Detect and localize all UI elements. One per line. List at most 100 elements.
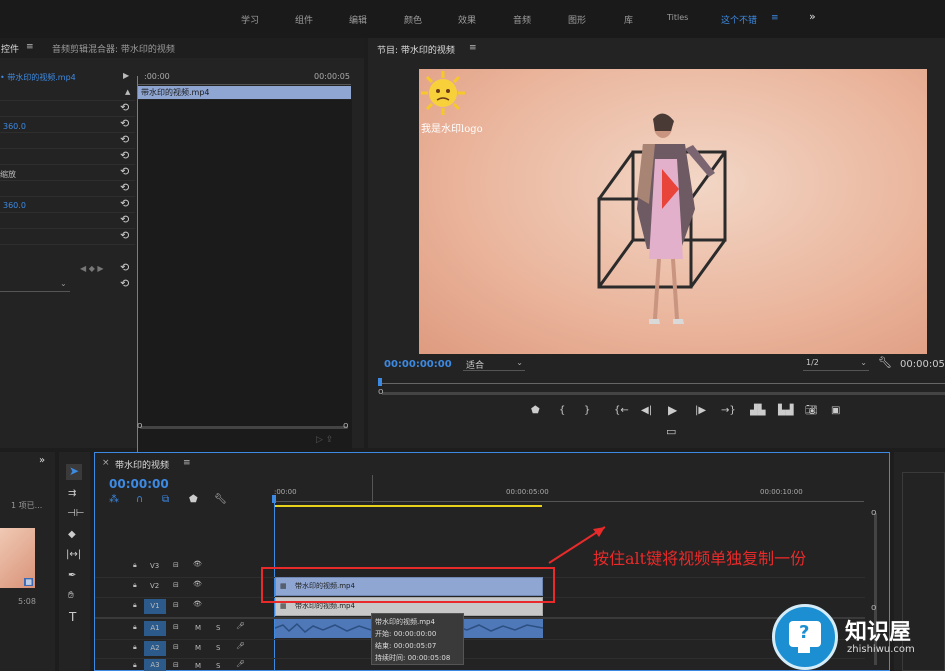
mute-button[interactable]: M	[195, 644, 201, 652]
add-marker-icon[interactable]: ⬟	[531, 405, 540, 416]
sync-lock-icon[interactable]: ⊟	[173, 661, 179, 669]
sync-lock-icon[interactable]: ⊟	[173, 643, 179, 651]
solo-button[interactable]: S	[216, 644, 220, 652]
mute-button[interactable]: M	[195, 662, 201, 670]
program-ruler[interactable]	[379, 383, 945, 384]
lock-icon[interactable]: 🔒︎	[133, 561, 137, 570]
wrench-icon[interactable]: 🔧︎	[878, 356, 892, 369]
track-label-v2[interactable]: V2	[150, 582, 159, 590]
scroll-up-icon[interactable]: ▲	[125, 88, 130, 96]
workspace-effects[interactable]: 效果	[458, 13, 476, 26]
reset-icon[interactable]: ⟲	[120, 149, 129, 162]
program-scrollbar[interactable]	[382, 392, 945, 395]
track-select-tool-icon[interactable]: ⇉	[68, 488, 76, 499]
timeline-ruler[interactable]	[274, 501, 864, 502]
sync-lock-icon[interactable]: ⊟	[173, 601, 179, 609]
extract-icon[interactable]: ▙▟	[778, 405, 793, 416]
program-menu-icon[interactable]: ≡	[469, 43, 477, 53]
eye-icon[interactable]: 👁︎	[193, 580, 202, 588]
project-more-icon[interactable]: »	[39, 455, 45, 466]
timeline-settings-icon[interactable]: 🔧︎	[214, 494, 227, 505]
scroll-handle-top[interactable]: o	[871, 508, 877, 518]
lock-icon[interactable]: 🔒︎	[133, 581, 137, 590]
track-label-a2[interactable]: A2	[144, 641, 166, 656]
mark-in-icon[interactable]: {	[559, 405, 565, 416]
pen-tool-icon[interactable]: ✒︎	[68, 570, 76, 581]
reset-icon[interactable]: ⟲	[120, 261, 129, 274]
playhead-marker[interactable]	[272, 495, 276, 503]
selection-tool-icon[interactable]: ➤	[66, 464, 82, 480]
eye-icon[interactable]: 👁︎	[193, 600, 202, 608]
dropdown-chevron-icon[interactable]: ⌄	[60, 279, 67, 288]
track-label-v3[interactable]: V3	[150, 562, 159, 570]
go-to-in-icon[interactable]: {←	[614, 405, 629, 416]
ec-scrollbar[interactable]	[140, 426, 348, 429]
hand-tool-icon[interactable]: ✋︎	[68, 590, 74, 601]
keyframe-nav-icon[interactable]: ◀ ◆ ▶	[80, 264, 104, 273]
scroll-handle-left[interactable]: o	[378, 387, 384, 397]
anchor-value[interactable]: 360.0	[3, 201, 26, 210]
timeline-close-icon[interactable]: ×	[102, 458, 110, 468]
workspace-audio[interactable]: 音频	[513, 13, 531, 26]
reset-icon[interactable]: ⟲	[120, 277, 129, 290]
safe-margins-icon[interactable]: ▭	[666, 425, 676, 438]
type-tool-icon[interactable]: T	[69, 610, 76, 624]
reset-icon[interactable]: ⟲	[120, 133, 129, 146]
lock-icon[interactable]: 🔒︎	[133, 601, 137, 610]
mic-icon[interactable]: 🎤︎	[236, 622, 245, 630]
resolution-dropdown[interactable]: 1/2 ⌄	[803, 358, 869, 371]
reset-icon[interactable]: ⟲	[120, 213, 129, 226]
workspace-color[interactable]: 颜色	[404, 13, 422, 26]
lift-icon[interactable]: ▟▙	[750, 405, 765, 416]
fit-dropdown[interactable]: 适合 ⌄	[463, 358, 525, 371]
timeline-menu-icon[interactable]: ≡	[183, 458, 191, 468]
filter-icon[interactable]: ▷ ⇪	[316, 435, 333, 445]
lock-icon[interactable]: 🔒︎	[133, 623, 137, 632]
slip-tool-icon[interactable]: |↔|	[66, 549, 81, 560]
scroll-handle-right[interactable]: o	[343, 421, 349, 431]
ripple-edit-tool-icon[interactable]: ⊣⊢	[67, 508, 84, 519]
play-icon[interactable]: ▶	[668, 403, 677, 417]
workspace-learning[interactable]: 学习	[241, 13, 259, 26]
reset-icon[interactable]: ⟲	[120, 101, 129, 114]
razor-tool-icon[interactable]: ◆	[68, 529, 76, 540]
workspace-titles[interactable]: Titles	[667, 13, 688, 22]
mic-icon[interactable]: 🎤︎	[236, 642, 245, 650]
workspace-menu-icon[interactable]: ≡	[771, 13, 779, 23]
eye-icon[interactable]: 👁︎	[193, 560, 202, 568]
mark-out-icon[interactable]: }	[584, 405, 590, 416]
snap-icon[interactable]: ∩	[136, 494, 143, 505]
workspace-more-icon[interactable]: »	[809, 10, 816, 23]
expand-arrow-icon[interactable]: ▶	[123, 71, 129, 80]
sync-lock-icon[interactable]: ⊟	[173, 561, 179, 569]
solo-button[interactable]: S	[216, 624, 220, 632]
step-forward-icon[interactable]: |▶	[695, 405, 706, 416]
comparison-view-icon[interactable]: ▣	[831, 405, 840, 416]
track-label-v1[interactable]: V1	[144, 599, 166, 614]
lock-icon[interactable]: 🔒︎	[133, 643, 137, 652]
solo-button[interactable]: S	[216, 662, 220, 670]
reset-icon[interactable]: ⟲	[120, 197, 129, 210]
reset-icon[interactable]: ⟲	[120, 165, 129, 178]
workspace-assembly[interactable]: 组件	[295, 13, 313, 26]
workspace-editing[interactable]: 编辑	[349, 13, 367, 26]
position-value[interactable]: 360.0	[3, 122, 26, 131]
add-marker-icon[interactable]: ⬟	[189, 494, 198, 505]
scroll-handle-left[interactable]: o	[137, 421, 143, 431]
linked-selection-icon[interactable]: ⧉	[162, 494, 169, 505]
work-area-bar[interactable]	[274, 505, 542, 507]
workspace-graphics[interactable]: 图形	[568, 13, 586, 26]
ec-timeline-clip[interactable]: 带水印的视频.mp4	[138, 86, 351, 99]
tab-audio-mixer[interactable]: 音频剪辑混合器: 带水印的视频	[52, 42, 175, 55]
track-label-a3[interactable]: A3	[144, 659, 166, 671]
reset-icon[interactable]: ⟲	[120, 181, 129, 194]
track-label-a1[interactable]: A1	[144, 621, 166, 636]
sync-lock-icon[interactable]: ⊟	[173, 623, 179, 631]
tab-menu-icon[interactable]: ≡	[26, 42, 34, 52]
reset-icon[interactable]: ⟲	[120, 117, 129, 130]
go-to-out-icon[interactable]: →}	[721, 405, 736, 416]
project-thumbnail[interactable]: ▦	[0, 528, 35, 588]
program-timecode[interactable]: 00:00:00:00	[384, 359, 452, 370]
workspace-libraries[interactable]: 库	[624, 13, 633, 26]
mic-icon[interactable]: 🎤︎	[236, 660, 245, 668]
